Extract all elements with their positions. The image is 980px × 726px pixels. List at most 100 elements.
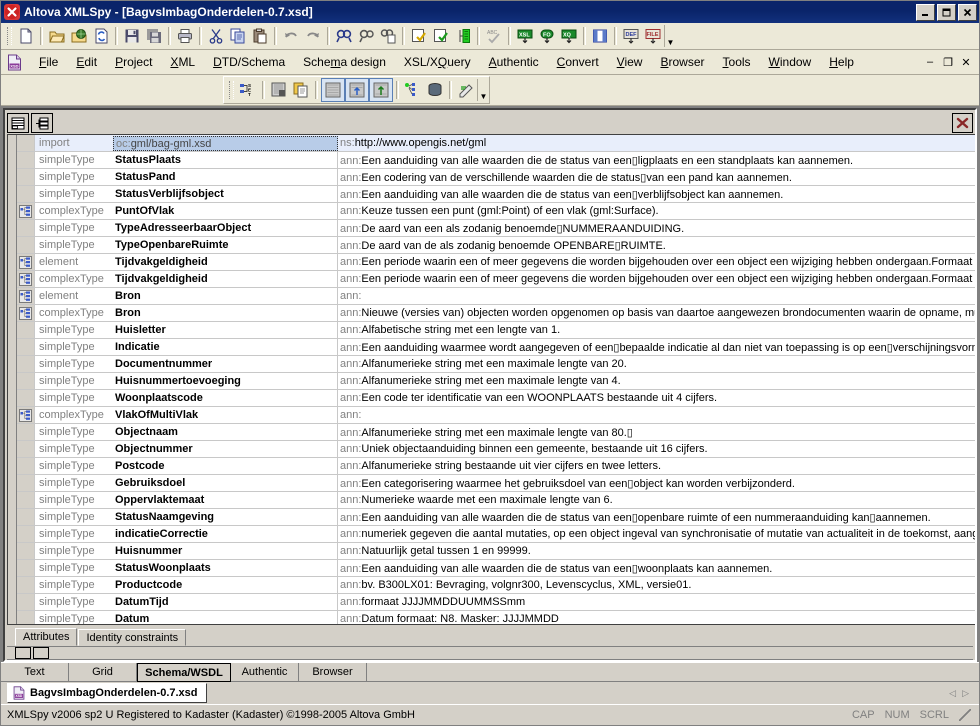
chevron-down-icon[interactable]: ▼	[664, 25, 676, 47]
table-row[interactable]: simpleType Huisnummertoevoeging ann:Alfanu…	[17, 373, 975, 390]
view-tab-text[interactable]: Text	[1, 663, 69, 682]
table-row[interactable]: element Bron ann:	[17, 288, 975, 305]
xsl-fo-icon[interactable]: FO	[536, 25, 558, 47]
view-tab-grid[interactable]: Grid	[69, 663, 137, 682]
show-structure-icon[interactable]	[31, 113, 53, 133]
undo-icon[interactable]	[280, 25, 302, 47]
table-row[interactable]: simpleType indicatieCorrectie ann:numeriek…	[17, 526, 975, 543]
paste-icon[interactable]	[249, 25, 271, 47]
row-name[interactable]: StatusPlaats	[113, 152, 338, 168]
schema-toolbar-grip[interactable]	[229, 81, 234, 99]
row-annotation[interactable]: ann:	[338, 409, 975, 421]
model-group-icon[interactable]	[17, 407, 35, 423]
table-row[interactable]: simpleType StatusPand ann:Een codering van…	[17, 169, 975, 186]
row-annotation[interactable]: ann:Een categorisering waarmee het gebru…	[338, 477, 975, 490]
row-annotation[interactable]: ann:Alfanumerieke string met een maximal…	[338, 375, 975, 387]
copy-icon[interactable]	[227, 25, 249, 47]
row-annotation[interactable]: ann:Alfanumerieke string bestaande uit v…	[338, 460, 975, 472]
row-name[interactable]: Bron	[113, 288, 338, 304]
table-row[interactable]: simpleType Oppervlaktemaat ann:Numerieke w…	[17, 492, 975, 509]
row-annotation[interactable]: ann:Een periode waarin een of meer gegev…	[338, 256, 975, 268]
tab-attributes[interactable]: Attributes	[15, 628, 78, 646]
menu-schema-design[interactable]: Schema design	[294, 52, 395, 72]
row-name[interactable]: Oppervlaktemaat	[113, 492, 338, 508]
table-row[interactable]: complexType PuntOfVlak ann:Keuze tussen ee…	[17, 203, 975, 220]
table-row[interactable]: simpleType Huisletter ann:Alfabetische str…	[17, 322, 975, 339]
database-icon[interactable]	[424, 79, 446, 101]
validate-icon[interactable]	[430, 25, 452, 47]
model-group-icon[interactable]	[17, 288, 35, 304]
toolbar-grip[interactable]	[7, 27, 12, 45]
menu-tools[interactable]: Tools	[714, 52, 760, 72]
table-row[interactable]: simpleType StatusNaamgeving ann:Een aandui…	[17, 509, 975, 526]
mdi-minimize-button[interactable]: –	[923, 56, 937, 69]
redo-icon[interactable]	[302, 25, 324, 47]
row-name[interactable]: Productcode	[113, 577, 338, 593]
row-name[interactable]: Huisletter	[113, 322, 338, 338]
save-all-icon[interactable]	[143, 25, 165, 47]
row-annotation[interactable]: ann:Een periode waarin een of meer gegev…	[338, 273, 975, 285]
close-button[interactable]	[958, 3, 977, 21]
row-annotation[interactable]: ann:bv. B300LX01: Bevraging, volgnr300, …	[338, 579, 975, 591]
mdi-close-button[interactable]: ✕	[959, 56, 973, 69]
row-annotation[interactable]: ann:Een aanduiding van alle waarden die …	[338, 562, 975, 575]
row-name[interactable]: TypeAdresseerbaarObject	[113, 220, 338, 236]
minimize-button[interactable]	[916, 3, 935, 21]
row-annotation[interactable]: ann:De aard van de als zodanig benoemde …	[338, 239, 975, 252]
table-row[interactable]: simpleType Indicatie ann:Een aanduiding wa…	[17, 339, 975, 356]
row-name[interactable]: Documentnummer	[113, 356, 338, 372]
maximize-button[interactable]	[937, 3, 956, 21]
row-annotation[interactable]: ann:Nieuwe (versies van) objecten worden…	[338, 307, 975, 319]
cut-icon[interactable]	[205, 25, 227, 47]
row-name[interactable]: Huisnummertoevoeging	[113, 373, 338, 389]
insert-attribute-icon[interactable]	[33, 647, 49, 659]
row-name[interactable]: Tijdvakgeldigheid	[113, 271, 338, 287]
generate-file-icon[interactable]: FILE	[642, 25, 664, 47]
view-tab-authentic[interactable]: Authentic	[231, 663, 299, 682]
row-name[interactable]: DatumTijd	[113, 594, 338, 610]
row-annotation[interactable]: ann:Natuurlijk getal tussen 1 en 99999.	[338, 545, 975, 557]
append-model-icon[interactable]	[345, 78, 369, 102]
row-name[interactable]: Postcode	[113, 458, 338, 474]
row-name[interactable]: Gebruiksdoel	[113, 475, 338, 491]
row-name[interactable]: Bron	[113, 305, 338, 321]
row-name[interactable]: Tijdvakgeldigheid	[113, 254, 338, 270]
table-row[interactable]: simpleType Gebruiksdoel ann:Een categorise…	[17, 475, 975, 492]
row-annotation[interactable]: ann:Een aanduiding van alle waarden die …	[338, 188, 975, 201]
document-tab-bagvs[interactable]: XSD BagvsImbagOnderdelen-0.7.xsd	[7, 683, 207, 703]
document-close-icon[interactable]	[952, 113, 973, 133]
schema-globals-grid[interactable]: import oc:gml/bag-gml.xsd ns:http://www.op…	[7, 134, 975, 625]
row-annotation[interactable]: ann:Alfabetische string met een lengte v…	[338, 324, 975, 336]
table-row[interactable]: simpleType TypeAdresseerbaarObject ann:De …	[17, 220, 975, 237]
find-in-files-icon[interactable]	[377, 25, 399, 47]
identity-constraint-icon[interactable]	[402, 79, 424, 101]
row-annotation[interactable]: ann:	[338, 290, 975, 302]
row-annotation[interactable]: ann:Keuze tussen een punt (gml:Point) of…	[338, 205, 975, 217]
menu-window[interactable]: Window	[760, 52, 821, 72]
row-annotation[interactable]: ann:Een aanduiding waarmee wordt aangege…	[338, 341, 975, 354]
table-row[interactable]: simpleType Datum ann:Datum formaat: N8. Ma…	[17, 611, 975, 624]
tab-identity-constraints[interactable]: Identity constraints	[78, 629, 187, 646]
menu-dtd-schema[interactable]: DTD/Schema	[204, 52, 294, 72]
menu-edit[interactable]: Edit	[67, 52, 106, 72]
row-name[interactable]: Indicatie	[113, 339, 338, 355]
model-group-icon[interactable]	[17, 305, 35, 321]
table-row[interactable]: simpleType DatumTijd ann:formaat JJJJMMDDU…	[17, 594, 975, 611]
menu-authentic[interactable]: Authentic	[480, 52, 548, 72]
menu-view[interactable]: View	[608, 52, 652, 72]
schema-settings-icon[interactable]: SET	[237, 79, 259, 101]
row-annotation[interactable]: ann:formaat JJJJMMDDUUMMSSmm	[338, 596, 975, 608]
open-file-icon[interactable]	[46, 25, 68, 47]
table-row[interactable]: simpleType TypeOpenbareRuimte ann:De aard …	[17, 237, 975, 254]
row-name[interactable]: Huisnummer	[113, 543, 338, 559]
view-model-icon[interactable]	[321, 78, 345, 102]
menu-xml[interactable]: XML	[161, 52, 204, 72]
prev-tab-arrow-icon[interactable]: ◁	[949, 688, 956, 699]
table-row[interactable]: simpleType Documentnummer ann:Alfanumeriek…	[17, 356, 975, 373]
row-annotation[interactable]: ann:Een codering van de verschillende wa…	[338, 171, 975, 184]
append-attribute-icon[interactable]	[15, 647, 31, 659]
xsd-document-icon[interactable]: XSD	[4, 52, 24, 72]
menu-xsl-xquery[interactable]: XSL/XQuery	[395, 52, 480, 72]
row-name[interactable]: indicatieCorrectie	[113, 526, 338, 542]
row-name[interactable]: StatusPand	[113, 169, 338, 185]
